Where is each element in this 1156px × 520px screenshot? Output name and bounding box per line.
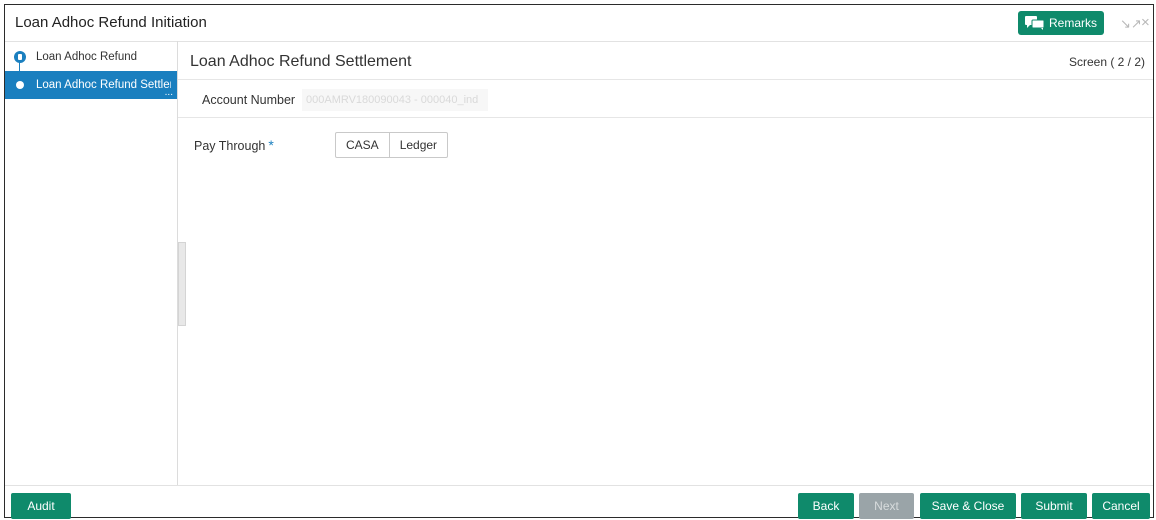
step-completed-icon — [14, 51, 26, 63]
window: Loan Adhoc Refund Initiation Remarks ↘↗ … — [4, 4, 1154, 520]
account-number-value: 000AMRV180090043 - 000040_ind — [302, 89, 488, 111]
submit-button[interactable]: Submit — [1021, 493, 1087, 519]
divider — [178, 79, 1153, 80]
remarks-label: Remarks — [1048, 16, 1097, 30]
step-label: Loan Adhoc Refund Settlem — [36, 79, 171, 91]
next-button[interactable]: Next — [859, 493, 914, 519]
step-active-icon — [16, 81, 24, 89]
required-marker: * — [268, 137, 274, 153]
pay-through-toggle: CASA Ledger — [335, 132, 449, 158]
back-button[interactable]: Back — [798, 493, 854, 519]
sidebar-step-loan-adhoc-refund[interactable]: Loan Adhoc Refund — [5, 43, 177, 71]
divider — [178, 117, 1153, 118]
sidebar-step-loan-adhoc-refund-settlement[interactable]: Loan Adhoc Refund Settlem ... — [5, 71, 177, 99]
step-label: Loan Adhoc Refund — [36, 51, 138, 63]
main-content: Loan Adhoc Refund Settlement Screen ( 2 … — [178, 41, 1153, 485]
save-and-close-button[interactable]: Save & Close — [920, 493, 1016, 519]
pay-through-option-ledger[interactable]: Ledger — [388, 133, 447, 157]
overflow-ellipsis: ... — [164, 87, 173, 98]
chat-icon — [1024, 16, 1045, 30]
cancel-button[interactable]: Cancel — [1092, 493, 1150, 519]
pay-through-label-text: Pay Through — [194, 139, 266, 153]
title-bar: Loan Adhoc Refund Initiation Remarks ↘↗ … — [5, 5, 1153, 42]
minimize-icon[interactable]: ↘↗ — [1120, 16, 1142, 32]
audit-button[interactable]: Audit — [11, 493, 71, 519]
section-title: Loan Adhoc Refund Settlement — [190, 53, 412, 70]
step-sidebar: Loan Adhoc Refund Loan Adhoc Refund Sett… — [5, 41, 178, 485]
pay-through-label: Pay Through * — [194, 137, 274, 153]
account-number-label: Account Number — [202, 93, 296, 107]
remarks-button[interactable]: Remarks — [1018, 11, 1104, 35]
footer-bar: Audit Back Next Save & Close Submit Canc… — [5, 485, 1153, 520]
window-title: Loan Adhoc Refund Initiation — [15, 14, 207, 31]
pay-through-option-casa[interactable]: CASA — [336, 133, 389, 157]
close-icon[interactable]: × — [1141, 14, 1150, 31]
screen-indicator: Screen ( 2 / 2) — [1068, 55, 1145, 69]
